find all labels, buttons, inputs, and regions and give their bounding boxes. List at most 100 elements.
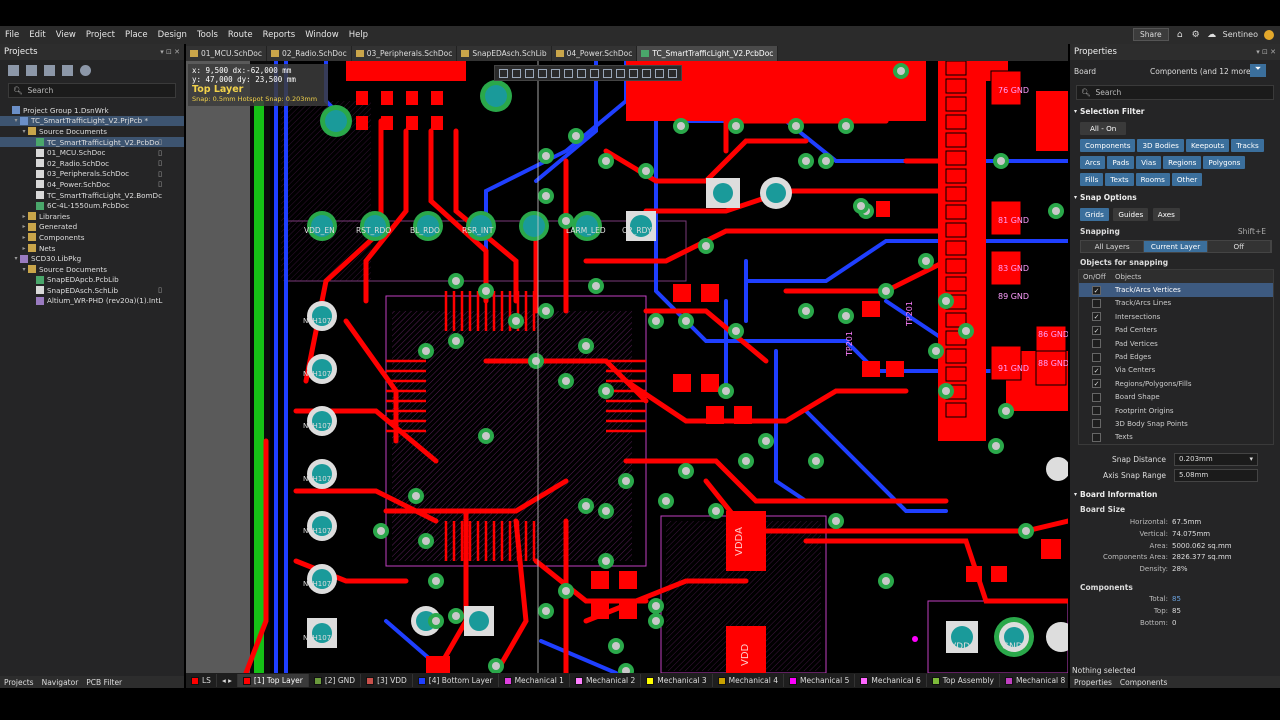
menu-route[interactable]: Route <box>223 30 258 40</box>
menu-window[interactable]: Window <box>300 30 344 40</box>
filter-chip[interactable]: Vias <box>1136 156 1162 169</box>
tree-item[interactable]: Altium_WR-PHD (rev20a)(1).IntL <box>0 296 184 307</box>
tree-item[interactable]: Project Group 1.DsnWrk <box>0 105 184 116</box>
tab-navigator[interactable]: Navigator <box>42 678 79 687</box>
tab-components[interactable]: Components <box>1120 678 1167 687</box>
snap-object-row[interactable]: ✓ Regions/Polygons/Fills <box>1079 377 1273 390</box>
snap-object-checkbox[interactable]: ✓ <box>1092 285 1101 295</box>
filter-chip[interactable]: Keepouts <box>1185 139 1230 152</box>
board-info-header[interactable]: ▾ Board Information <box>1070 487 1280 501</box>
snap-object-row[interactable]: Footprint Origins <box>1079 404 1273 417</box>
tree-item[interactable]: SnapEDApcb.PcbLib <box>0 275 184 286</box>
save-all-icon[interactable] <box>26 64 37 76</box>
chevron-right-icon[interactable]: ▸ <box>20 234 28 241</box>
layer-tab[interactable]: [2] GND <box>309 674 362 687</box>
filter-chip[interactable]: Arcs <box>1080 156 1106 169</box>
snap-object-checkbox[interactable]: ✓ <box>1092 379 1101 389</box>
filter-icon[interactable]: ⏷ <box>1250 64 1266 77</box>
filter-chip[interactable]: Fills <box>1080 173 1104 186</box>
panel-controls-icon[interactable]: ▾ ⊡ ✕ <box>1256 48 1276 56</box>
layer-tab[interactable]: Mechanical 8 <box>1000 674 1068 687</box>
document-tab[interactable]: 02_Radio.SchDoc <box>267 46 352 61</box>
snap-object-row[interactable]: Texts <box>1079 431 1273 444</box>
tree-item[interactable]: ▸ Generated <box>0 222 184 233</box>
filter-chip[interactable]: Regions <box>1163 156 1202 169</box>
menu-help[interactable]: Help <box>344 30 373 40</box>
properties-search-input[interactable]: 🔍︎ Search <box>1076 85 1274 100</box>
menu-reports[interactable]: Reports <box>258 30 301 40</box>
line-icon[interactable] <box>668 68 677 78</box>
snap-object-checkbox[interactable] <box>1092 419 1101 429</box>
snap-object-row[interactable]: Track/Arcs Lines <box>1079 297 1273 310</box>
tree-item[interactable]: ▾ TC_SmartTrafficLight_V2.PrjPcb * <box>0 115 184 127</box>
fill-icon[interactable] <box>629 68 638 78</box>
tree-item[interactable]: ▾ Source Documents <box>0 126 184 137</box>
axis-snap-range-input[interactable]: 5.08mm <box>1174 468 1258 482</box>
tree-item[interactable]: 01_MCU.SchDoc ▯ <box>0 147 184 158</box>
chevron-down-icon[interactable]: ▾ <box>12 117 20 124</box>
layer-tab[interactable]: Mechanical 6 <box>855 674 927 687</box>
move-icon[interactable] <box>512 68 521 78</box>
via-icon[interactable] <box>616 68 625 78</box>
layer-tab[interactable]: [4] Bottom Layer <box>413 674 499 687</box>
tree-item[interactable]: ▸ Nets <box>0 243 184 254</box>
pcb-drawing[interactable]: 76 GND 81 GND 83 GND 89 GND 91 GND 86 GN… <box>186 61 1068 673</box>
tree-item[interactable]: ▾ Source Documents <box>0 264 184 275</box>
gear-icon[interactable]: ⚙ <box>1191 30 1201 40</box>
diff-pair-icon[interactable] <box>590 68 599 78</box>
chevron-right-icon[interactable]: ▸ <box>20 223 28 230</box>
text-icon[interactable] <box>655 68 664 78</box>
snap-axes-button[interactable]: Axes <box>1152 208 1180 221</box>
filter-icon[interactable] <box>499 68 508 78</box>
chevron-right-icon[interactable]: ▸ <box>20 213 28 220</box>
pcb-canvas[interactable]: 76 GND 81 GND 83 GND 89 GND 91 GND 86 GN… <box>186 61 1068 673</box>
menu-tools[interactable]: Tools <box>192 30 223 40</box>
filter-chip[interactable]: Texts <box>1105 173 1134 186</box>
snap-object-row[interactable]: Pad Vertices <box>1079 337 1273 350</box>
align-icon[interactable] <box>551 68 560 78</box>
open-folder-icon[interactable] <box>44 64 55 76</box>
pad-icon[interactable] <box>603 68 612 78</box>
user-name[interactable]: Sentineo <box>1223 30 1258 39</box>
snap-object-checkbox[interactable] <box>1092 392 1101 402</box>
layer-tab[interactable]: [1] Top Layer <box>237 674 309 687</box>
chevron-down-icon[interactable]: ▾ <box>12 255 20 262</box>
menu-project[interactable]: Project <box>81 30 120 40</box>
layer-set-button[interactable]: LS <box>186 674 217 687</box>
add-icon[interactable] <box>525 68 534 78</box>
menu-design[interactable]: Design <box>153 30 192 40</box>
snap-object-checkbox[interactable] <box>1092 432 1101 442</box>
layer-tab[interactable]: Mechanical 2 <box>570 674 642 687</box>
snap-object-row[interactable]: ✓ Pad Centers <box>1079 324 1273 337</box>
chevron-right-icon[interactable]: ▸ <box>20 245 28 252</box>
layer-tab[interactable]: Top Assembly <box>927 674 1000 687</box>
filter-chip[interactable]: Polygons <box>1203 156 1246 169</box>
layer-tab[interactable]: [3] VDD <box>361 674 413 687</box>
snap-off[interactable]: Off <box>1207 241 1271 252</box>
tree-item[interactable]: 6C-4L-1550um.PcbDoc <box>0 200 184 211</box>
avatar[interactable] <box>1264 29 1274 40</box>
select-icon[interactable] <box>538 68 547 78</box>
snap-object-row[interactable]: ✓ Via Centers <box>1079 364 1273 377</box>
tree-item[interactable]: ▸ Components <box>0 232 184 243</box>
tree-item[interactable]: TC_SmartTrafficLight_V2.PcbDo ▯ <box>0 136 184 148</box>
snap-object-row[interactable]: 3D Body Snap Points <box>1079 417 1273 430</box>
document-tab[interactable]: TC_SmartTrafficLight_V2.PcbDoc <box>637 46 779 61</box>
route-icon[interactable] <box>577 68 586 78</box>
polygon-icon[interactable] <box>642 68 651 78</box>
snap-current-layer[interactable]: Current Layer <box>1144 241 1208 252</box>
all-on-button[interactable]: All - On <box>1080 122 1127 135</box>
share-button[interactable]: Share <box>1133 28 1169 41</box>
component-icon[interactable] <box>564 68 573 78</box>
snap-object-checkbox[interactable] <box>1092 298 1101 308</box>
snap-all-layers[interactable]: All Layers <box>1081 241 1145 252</box>
filter-chip[interactable]: Other <box>1171 173 1203 186</box>
panel-controls-icon[interactable]: ▾ ⊡ ✕ <box>160 48 180 56</box>
snap-object-row[interactable]: Board Shape <box>1079 391 1273 404</box>
snap-distance-select[interactable]: 0.203mm ▾ <box>1174 452 1258 466</box>
document-tab[interactable]: SnapEDAsch.SchLib <box>457 46 552 61</box>
snap-object-checkbox[interactable]: ✓ <box>1092 365 1101 375</box>
filter-chip[interactable]: Rooms <box>1135 173 1170 186</box>
layer-tab[interactable]: Mechanical 1 <box>499 674 570 687</box>
snap-object-row[interactable]: ✓ Intersections <box>1079 310 1273 323</box>
